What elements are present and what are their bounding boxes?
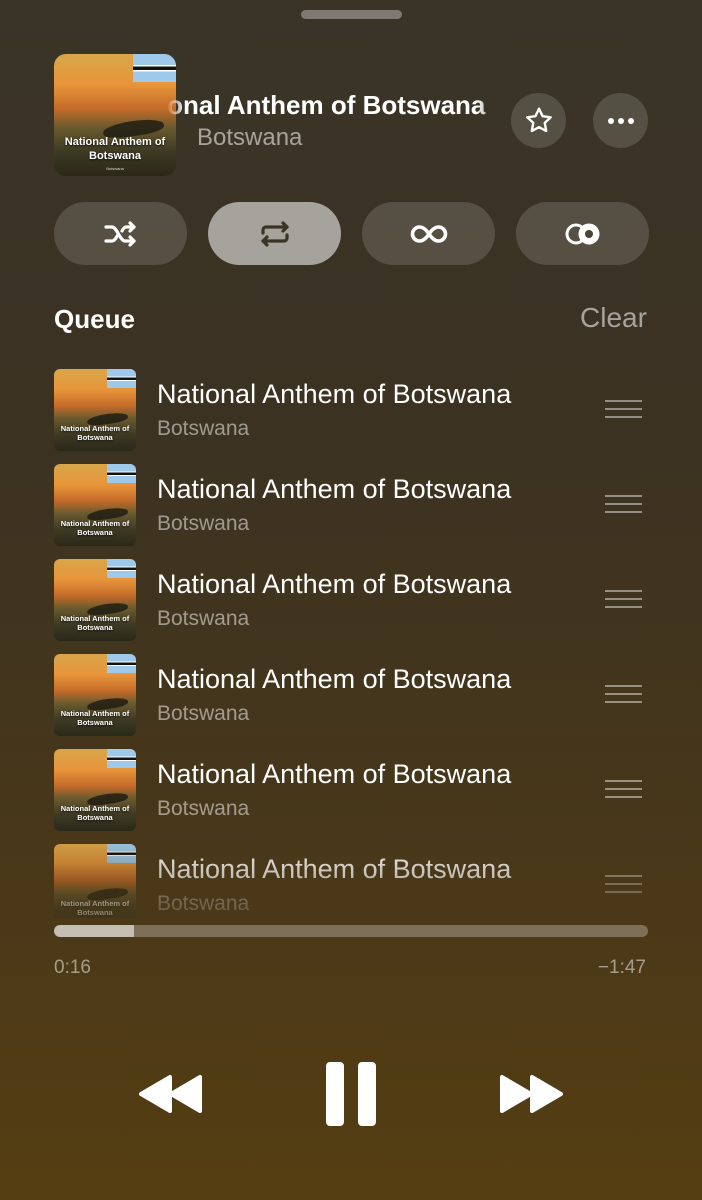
remaining-time: −1:47 bbox=[597, 957, 646, 978]
previous-button[interactable] bbox=[130, 1065, 210, 1123]
queue-item[interactable]: National Anthem of Botswana National Ant… bbox=[0, 650, 702, 745]
crossfade-button[interactable] bbox=[516, 202, 649, 265]
drag-handle-icon[interactable] bbox=[605, 495, 642, 515]
drag-handle-icon[interactable] bbox=[605, 400, 642, 420]
queue-item-title: National Anthem of Botswana bbox=[157, 854, 512, 884]
queue-item-artist: Botswana bbox=[157, 417, 250, 440]
shuffle-button[interactable] bbox=[54, 202, 187, 265]
flag-graphic bbox=[107, 654, 136, 673]
drag-handle-icon[interactable] bbox=[605, 780, 642, 800]
star-icon bbox=[525, 107, 552, 132]
artwork-caption: National Anthem of Botswana bbox=[60, 614, 130, 633]
pause-icon bbox=[326, 1062, 376, 1126]
queue-item-artist: Botswana bbox=[157, 892, 250, 915]
queue-heading: Queue bbox=[54, 304, 135, 334]
now-playing-title: National Anthem of Botswana bbox=[166, 90, 486, 120]
queue-item-title: National Anthem of Botswana bbox=[157, 664, 512, 694]
queue-item-artist: Botswana bbox=[157, 702, 250, 725]
queue-item-artwork: National Anthem of Botswana bbox=[54, 464, 136, 546]
drag-handle-icon[interactable] bbox=[605, 875, 642, 895]
forward-icon bbox=[500, 1075, 563, 1113]
flag-graphic bbox=[107, 844, 136, 863]
queue-item-title: National Anthem of Botswana bbox=[157, 569, 512, 599]
repeat-icon bbox=[260, 220, 289, 247]
queue-item-title: National Anthem of Botswana bbox=[157, 759, 512, 789]
favorite-button[interactable] bbox=[511, 93, 566, 148]
shuffle-icon bbox=[103, 220, 136, 247]
queue-item-artist: Botswana bbox=[157, 512, 250, 535]
queue-item-artwork: National Anthem of Botswana bbox=[54, 844, 136, 918]
sheet-grabber[interactable] bbox=[301, 10, 402, 19]
artwork-caption: National Anthem of Botswana bbox=[60, 519, 130, 538]
artwork-caption: National Anthem of Botswana bbox=[64, 136, 166, 163]
playback-progress-fill bbox=[54, 925, 135, 937]
queue-item-artwork: National Anthem of Botswana bbox=[54, 369, 136, 451]
artwork-caption: National Anthem of Botswana bbox=[60, 709, 130, 728]
queue-item-artist: Botswana bbox=[157, 797, 250, 820]
artwork-caption: National Anthem of Botswana bbox=[60, 804, 130, 823]
queue-item-artwork: National Anthem of Botswana bbox=[54, 559, 136, 641]
flag-graphic bbox=[107, 749, 136, 768]
now-playing-artist[interactable]: Botswana bbox=[197, 124, 302, 152]
flag-graphic bbox=[107, 559, 136, 578]
queue-item-title: National Anthem of Botswana bbox=[157, 379, 512, 409]
clear-queue-button[interactable]: Clear bbox=[580, 302, 647, 334]
queue-item-artwork: National Anthem of Botswana bbox=[54, 749, 136, 831]
drag-handle-icon[interactable] bbox=[605, 685, 642, 705]
ellipsis-icon bbox=[607, 117, 634, 124]
flag-graphic bbox=[107, 464, 136, 483]
autoplay-button[interactable] bbox=[362, 202, 495, 265]
artwork-caption: National Anthem of Botswana bbox=[60, 899, 130, 918]
queue-item-artist: Botswana bbox=[157, 607, 250, 630]
queue-item[interactable]: National Anthem of Botswana National Ant… bbox=[0, 555, 702, 650]
artwork-mini-caption: Botswana bbox=[106, 166, 124, 172]
queue-item-title: National Anthem of Botswana bbox=[157, 474, 512, 504]
flag-graphic bbox=[133, 54, 176, 83]
more-options-button[interactable] bbox=[593, 93, 648, 148]
drag-handle-icon[interactable] bbox=[605, 590, 642, 610]
now-playing-artwork: National Anthem of Botswana Botswana bbox=[54, 54, 176, 176]
artwork-caption: National Anthem of Botswana bbox=[60, 424, 130, 443]
repeat-button[interactable] bbox=[208, 202, 341, 265]
queue-item[interactable]: National Anthem of Botswana National Ant… bbox=[0, 365, 702, 460]
queue-item[interactable]: National Anthem of Botswana National Ant… bbox=[0, 460, 702, 555]
queue-item[interactable]: National Anthem of Botswana National Ant… bbox=[0, 840, 702, 918]
backward-icon bbox=[139, 1075, 202, 1113]
next-button[interactable] bbox=[492, 1065, 572, 1123]
flag-graphic bbox=[107, 369, 136, 388]
playback-scrubber[interactable] bbox=[54, 925, 648, 937]
queue-item-artwork: National Anthem of Botswana bbox=[54, 654, 136, 736]
queue-item[interactable]: National Anthem of Botswana National Ant… bbox=[0, 745, 702, 840]
pause-button[interactable] bbox=[318, 1058, 384, 1130]
queue-list[interactable]: National Anthem of Botswana National Ant… bbox=[0, 365, 702, 918]
infinity-icon bbox=[410, 224, 447, 243]
crossfade-icon bbox=[565, 223, 599, 244]
elapsed-time: 0:16 bbox=[54, 957, 91, 978]
